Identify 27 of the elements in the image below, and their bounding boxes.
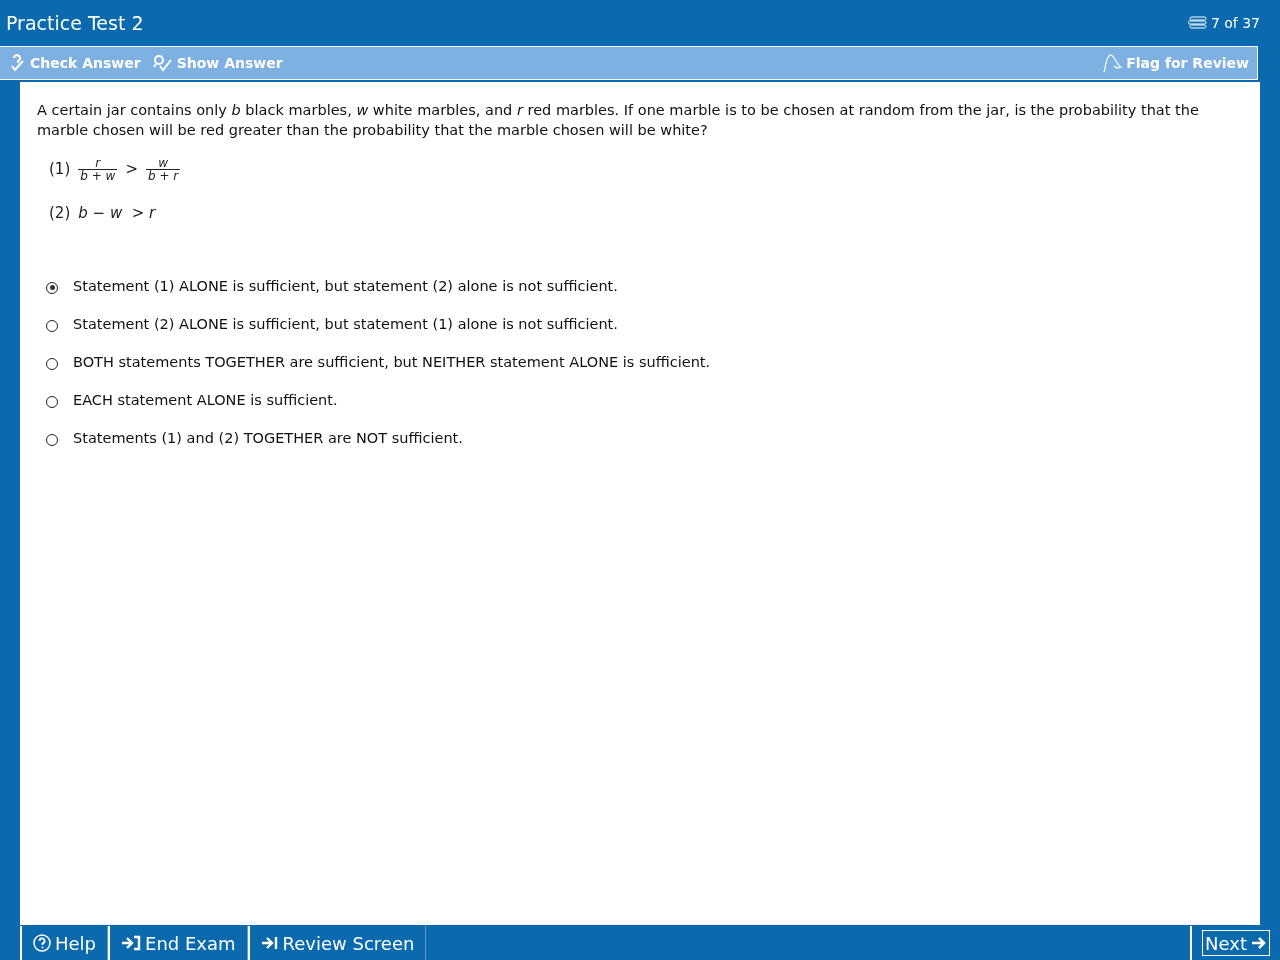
end-exam-button[interactable]: End Exam	[108, 926, 248, 960]
review-screen-button[interactable]: Review Screen	[247, 926, 427, 960]
question-check-icon	[10, 54, 26, 72]
answer-choice-text: EACH statement ALONE is sufficient.	[73, 392, 338, 408]
answer-choice-text: Statements (1) and (2) TOGETHER are NOT sufficient.	[73, 430, 463, 446]
inequality: b − w > r	[78, 204, 156, 222]
magnifier-check-icon	[152, 54, 173, 72]
question-text: A certain jar contains only b black marbles, w white marbles, and r red marbles. If one marble is to be chosen at random from the jar, is the probability that the marble chosen will be red greater than the probability that the marble chosen will be white?	[37, 101, 1200, 140]
statement-number: (2)	[49, 204, 71, 222]
help-button[interactable]: Help	[20, 926, 109, 960]
arrow-right-icon	[1251, 935, 1267, 951]
operator: >	[125, 160, 138, 178]
arrow-bar-icon	[260, 935, 279, 951]
help-icon	[33, 934, 51, 952]
next-button[interactable]: Next	[1202, 930, 1270, 956]
window-title: Practice Test 2	[6, 11, 144, 34]
answer-choice-text: Statement (2) ALONE is sufficient, but statement (1) alone is not sufficient.	[73, 316, 618, 332]
stack-icon	[1187, 15, 1208, 30]
exit-arrow-icon	[121, 935, 142, 951]
numerator: r	[94, 156, 102, 169]
denominator: b + r	[145, 168, 181, 182]
denominator: b + w	[78, 168, 118, 182]
statement-number: (1)	[49, 160, 71, 178]
numerator: w	[157, 156, 169, 169]
answer-choice-text: BOTH statements TOGETHER are sufficient, but NEITHER statement ALONE is sufficient.	[73, 354, 711, 370]
answer-choice-text: Statement (1) ALONE is sufficient, but statement (2) alone is not sufficient.	[73, 278, 618, 294]
question-counter: 7 of 37	[1210, 14, 1260, 31]
